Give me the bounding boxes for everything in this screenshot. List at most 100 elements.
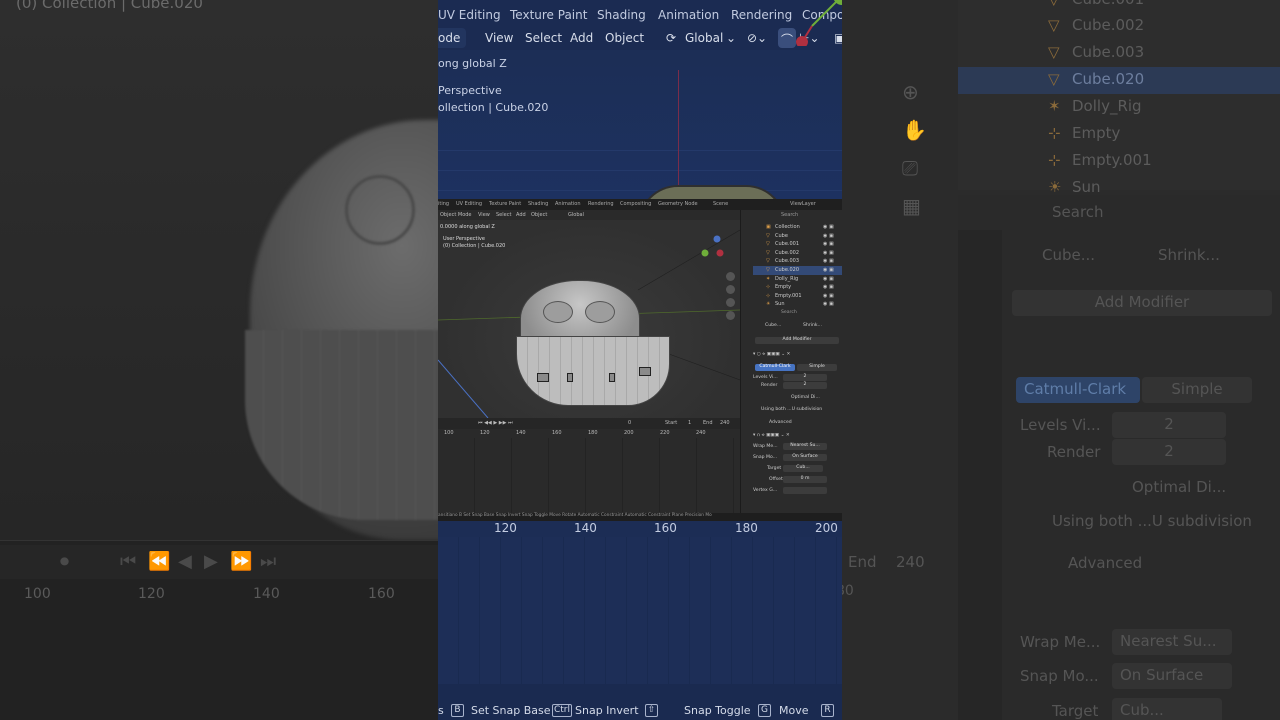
render-field[interactable]: 2: [783, 382, 827, 389]
orientation-dropdown[interactable]: Global: [685, 31, 723, 45]
play-reverse-icon: ◀: [178, 551, 192, 572]
add-modifier-button[interactable]: Add Modifier: [755, 337, 839, 344]
tab-rendering[interactable]: Rendering: [588, 201, 614, 207]
blurred-wrap-label: Wrap Me...: [1020, 633, 1101, 651]
advanced-toggle[interactable]: Advanced: [769, 420, 792, 425]
tab-texture-paint[interactable]: Texture Paint: [489, 201, 521, 207]
menu-select[interactable]: Select: [496, 212, 511, 218]
timeline-number: 240: [696, 430, 706, 436]
catmull-clark-toggle[interactable]: Catmull-Clark: [755, 364, 795, 371]
tab-geometry-nodes[interactable]: Geometry Node: [658, 201, 698, 207]
scene-selector[interactable]: Scene: [713, 201, 728, 207]
tab-texture-paint[interactable]: Texture Paint: [510, 8, 587, 22]
tab-texture-editing[interactable]: iting: [438, 201, 449, 207]
visibility-icon[interactable]: ◉ ▣: [823, 241, 834, 247]
navigation-gizmo[interactable]: Y: [792, 0, 842, 46]
properties-search-input[interactable]: Search: [781, 310, 797, 315]
outliner-search[interactable]: Search: [781, 212, 798, 218]
camera-view-icon[interactable]: [726, 298, 735, 307]
shrinkwrap-modifier-header: ▾ ∩ ⟡ ▣▣▣ ⌄ ✕: [753, 433, 790, 438]
menu-add[interactable]: Add: [570, 31, 593, 45]
end-value[interactable]: 240: [720, 420, 730, 426]
tab-rendering[interactable]: Rendering: [731, 8, 792, 22]
optimal-checkbox[interactable]: Optimal Di...: [791, 395, 820, 400]
levels-field[interactable]: 2: [783, 374, 827, 381]
3d-viewport[interactable]: 0.0000 along global Z User Perspective (…: [438, 220, 740, 418]
visibility-icon[interactable]: ◉ ▣: [823, 250, 834, 256]
status-bar: ansitiano B Set Snap Base Snap Invert Sn…: [438, 513, 842, 521]
current-frame[interactable]: 0: [628, 420, 631, 426]
blurred-wrap-value: Nearest Su...: [1112, 629, 1232, 655]
visibility-icon[interactable]: ◉ ▣: [823, 267, 834, 273]
target-field[interactable]: Cub...: [783, 465, 823, 472]
outliner-row[interactable]: ▣ Collection ◉ ▣: [753, 223, 842, 232]
visibility-icon[interactable]: ◉ ▣: [823, 233, 834, 239]
visibility-icon[interactable]: ◉ ▣: [823, 293, 834, 299]
outliner-row[interactable]: ☀ Sun ◉ ▣: [753, 300, 842, 309]
outliner-row[interactable]: ▽ Cube ◉ ▣: [753, 232, 842, 241]
simple-toggle[interactable]: Simple: [797, 364, 837, 371]
blurred-properties-tabs: [958, 230, 1002, 720]
playback-controls[interactable]: ⏮ ◀◀ ▶ ▶▶ ⏭: [478, 420, 513, 426]
pivot-icon[interactable]: ⊘⌄: [747, 31, 767, 45]
start-label: Start: [665, 420, 678, 426]
visibility-icon[interactable]: ◉ ▣: [823, 258, 834, 264]
outliner-row-selected[interactable]: ▽ Cube.020 ◉ ▣: [753, 266, 842, 275]
status-snap-invert: Snap Invert: [575, 704, 639, 717]
offset-field[interactable]: 0 m: [783, 476, 827, 483]
blurred-target-value: Cub...: [1112, 698, 1222, 720]
visibility-icon[interactable]: ◉ ▣: [823, 284, 834, 290]
video-frame: (0) Collection | Cube.020 ⏺ ⏮ ⏪ ◀ ▶ ⏩ ⏭ …: [0, 0, 1280, 720]
jump-keyframe-forward-icon: ⏩: [230, 551, 253, 572]
mode-dropdown[interactable]: Object Mode: [440, 212, 472, 218]
orientation-dropdown[interactable]: Global: [568, 212, 584, 218]
status-set-snap-base: Set Snap Base: [471, 704, 551, 717]
tab-compositing[interactable]: Compositing: [620, 201, 651, 207]
menu-object[interactable]: Object: [605, 31, 644, 45]
visibility-icon[interactable]: ◉ ▣: [823, 301, 834, 307]
gizmo-y-label: Y: [837, 0, 842, 3]
zoom-icon[interactable]: [726, 272, 735, 281]
timeline-grid[interactable]: [438, 438, 740, 521]
embedded-blender-window: iting UV Editing Texture Paint Shading A…: [438, 199, 842, 521]
outliner-row[interactable]: ⊹ Empty.001 ◉ ▣: [753, 292, 842, 301]
band-window: [537, 373, 549, 382]
render-label: Render: [761, 383, 778, 388]
levels-label: Levels Vi...: [753, 375, 778, 380]
grid-icon[interactable]: [726, 311, 735, 320]
wrap-method-dropdown[interactable]: Nearest Su...: [783, 443, 827, 450]
visibility-icon[interactable]: ◉ ▣: [823, 224, 834, 230]
timeline-number: 160: [552, 430, 562, 436]
visibility-icon[interactable]: ◉ ▣: [823, 276, 834, 282]
band-window: [567, 373, 573, 382]
outliner-row[interactable]: ▽ Cube.003 ◉ ▣: [753, 257, 842, 266]
outliner-row[interactable]: ⊹ Empty ◉ ▣: [753, 283, 842, 292]
menu-view[interactable]: View: [485, 31, 513, 45]
tab-shading[interactable]: Shading: [528, 201, 548, 207]
tab-uv-editing[interactable]: UV Editing: [456, 201, 482, 207]
timeline-number: 160: [654, 521, 677, 535]
status-snap-toggle: Snap Toggle: [684, 704, 751, 717]
menu-view[interactable]: View: [478, 212, 490, 218]
outliner-row[interactable]: ▽ Cube.001 ◉ ▣: [753, 240, 842, 249]
vertex-group-field[interactable]: [783, 487, 827, 494]
tab-animation[interactable]: Animation: [555, 201, 581, 207]
menu-object[interactable]: Object: [531, 212, 547, 218]
hand-icon[interactable]: [726, 285, 735, 294]
tab-animation[interactable]: Animation: [658, 8, 719, 22]
menu-add[interactable]: Add: [516, 212, 526, 218]
object-icon: ▽: [766, 232, 770, 239]
outliner-row[interactable]: ▽ Cube.002 ◉ ▣: [753, 249, 842, 258]
outliner-row[interactable]: ✶ Dolly_Rig ◉ ▣: [753, 275, 842, 284]
tab-uv-editing[interactable]: UV Editing: [438, 8, 501, 22]
timeline-number: 120: [480, 430, 490, 436]
start-value[interactable]: 1: [688, 420, 691, 426]
snap-mode-dropdown[interactable]: On Surface: [783, 454, 827, 461]
menu-select[interactable]: Select: [525, 31, 562, 45]
blurred-outliner-row: ⊹Empty◡▣: [1048, 124, 1121, 142]
viewlayer-selector[interactable]: ViewLayer: [790, 201, 816, 207]
tab-shading[interactable]: Shading: [597, 8, 646, 22]
mode-dropdown[interactable]: ode: [438, 31, 460, 45]
helmet-band[interactable]: [516, 336, 670, 406]
chevron-down-icon: ⌄: [726, 31, 737, 45]
